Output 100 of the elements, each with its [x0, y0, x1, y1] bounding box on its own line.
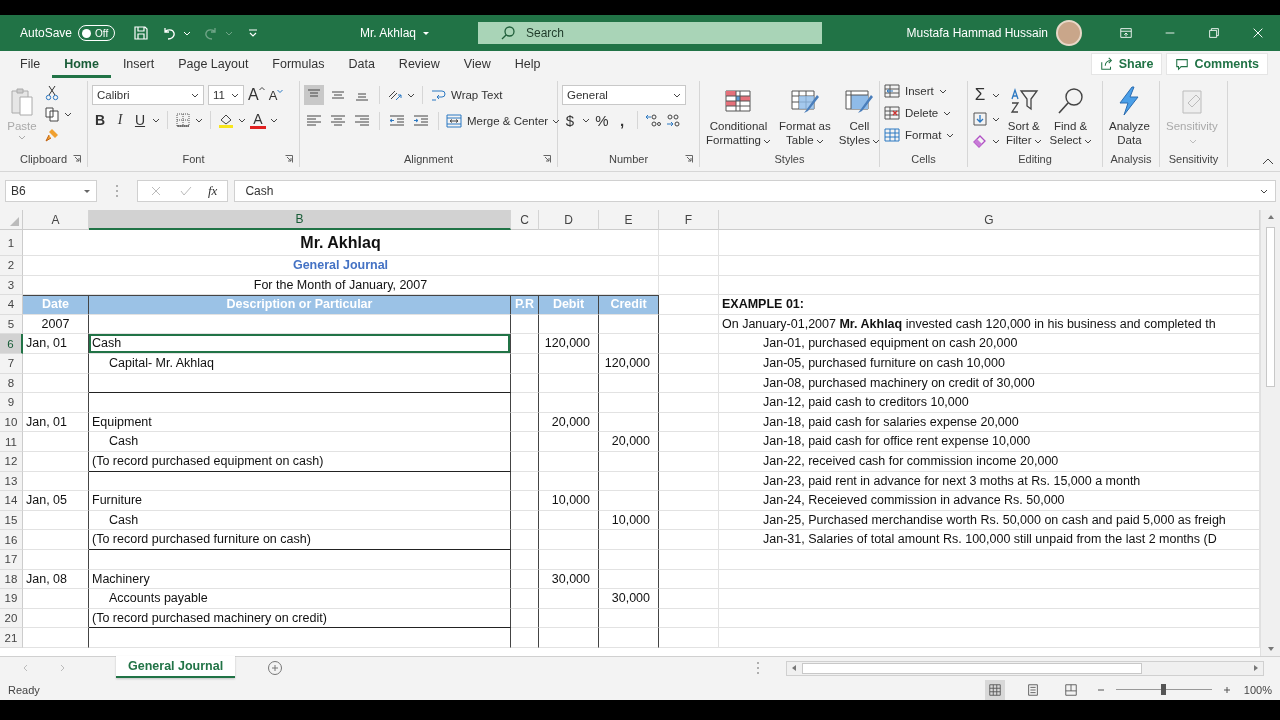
fill-color-icon[interactable]	[218, 112, 234, 128]
ribbon-tab[interactable]: Page Layout	[166, 53, 261, 78]
sheet-cell[interactable]	[539, 510, 599, 531]
sheet-cell[interactable]	[23, 373, 89, 394]
row-header[interactable]: 2	[0, 256, 23, 276]
sheet-cell[interactable]	[539, 471, 599, 492]
bold-button[interactable]: B	[92, 112, 108, 128]
user-name[interactable]: Mustafa Hammad Hussain	[906, 26, 1048, 40]
borders-icon[interactable]	[175, 112, 191, 128]
shrink-font-button[interactable]: A	[268, 87, 285, 103]
dialog-launcher-icon[interactable]	[543, 155, 551, 163]
sheet-cell[interactable]	[23, 353, 89, 374]
sheet-cell[interactable]	[89, 471, 511, 492]
sheet-cell[interactable]: Jan-05, purchased furniture on cash 10,000	[719, 353, 1260, 374]
caret-icon[interactable]	[238, 116, 246, 124]
sheet-cell[interactable]	[511, 491, 539, 511]
sheet-cell[interactable]: General Journal	[23, 256, 659, 276]
ribbon-tab[interactable]: Review	[386, 53, 452, 78]
sheet-cell[interactable]: 2007	[23, 314, 89, 335]
caret-icon[interactable]	[552, 117, 561, 125]
sheet-cell[interactable]: Jan, 08	[23, 569, 89, 590]
insert-cells-button[interactable]: Insert	[884, 83, 947, 99]
cell-styles-button[interactable]: Cell Styles	[836, 83, 883, 150]
sheet-cell[interactable]	[23, 549, 89, 570]
zoom-slider[interactable]	[1160, 684, 1166, 695]
sheet-cell[interactable]: Machinery	[89, 569, 511, 590]
sheet-cell[interactable]: Cash	[89, 432, 511, 452]
row-header[interactable]: 6	[0, 334, 23, 354]
ribbon-tab[interactable]: Insert	[110, 53, 167, 78]
sheet-cell[interactable]	[511, 432, 539, 452]
sheet-cell[interactable]: Jan-01, purchased equipment on cash 20,000	[719, 334, 1260, 354]
caret-icon[interactable]	[183, 29, 192, 37]
zoom-in-icon[interactable]	[1221, 684, 1232, 695]
row-header[interactable]: 16	[0, 530, 23, 550]
sheet-tab[interactable]: General Journal	[116, 655, 236, 678]
previous-sheet-icon[interactable]	[22, 664, 30, 672]
sheet-cell[interactable]	[89, 393, 511, 413]
sheet-cell[interactable]: Jan-08, purchased machinery on credit of 30,000	[719, 373, 1260, 394]
sheet-cell[interactable]	[23, 608, 89, 629]
ribbon-tab[interactable]: Home	[52, 53, 111, 78]
sheet-cell[interactable]: Furniture	[89, 491, 511, 511]
sheet-cell[interactable]	[599, 334, 659, 354]
zoom-level[interactable]: 100%	[1243, 683, 1272, 696]
more-icon[interactable]	[115, 184, 119, 198]
ribbon-tab[interactable]: File	[8, 53, 53, 78]
scroll-up-icon[interactable]	[1266, 213, 1275, 221]
sheet-cell[interactable]	[539, 432, 599, 452]
sheet-cell[interactable]: 30,000	[539, 569, 599, 590]
sheet-cell[interactable]	[511, 510, 539, 531]
decrease-decimal-icon[interactable]	[665, 112, 681, 128]
copy-icon[interactable]	[44, 106, 60, 122]
sheet-cell[interactable]	[599, 549, 659, 570]
sheet-cell[interactable]	[23, 510, 89, 531]
sheet-cell[interactable]	[89, 549, 511, 570]
dialog-launcher-icon[interactable]	[685, 155, 693, 163]
caret-icon[interactable]	[992, 115, 1000, 123]
sheet-cell[interactable]: Jan-25, Purchased merchandise worth Rs. 50,000 on cash and paid 5,000 as freigh	[719, 510, 1260, 531]
ribbon-tab[interactable]: View	[451, 53, 503, 78]
sheet-cell[interactable]	[599, 471, 659, 492]
row-header[interactable]: 19	[0, 589, 23, 609]
font-name-field[interactable]: Calibri	[92, 85, 204, 105]
caret-icon[interactable]	[195, 116, 203, 124]
eraser-icon[interactable]	[972, 133, 988, 149]
sheet-cell[interactable]	[539, 608, 599, 629]
find-select-button[interactable]: Find & Select	[1047, 83, 1094, 150]
sheet-cell[interactable]	[511, 530, 539, 550]
sheet-cell[interactable]	[599, 451, 659, 472]
sheet-cell[interactable]	[511, 373, 539, 394]
sheet-cell[interactable]	[23, 471, 89, 492]
scroll-down-icon[interactable]	[1266, 645, 1275, 653]
add-sheet-icon[interactable]	[267, 660, 284, 676]
sheet-cell[interactable]	[599, 314, 659, 335]
sheet-cell[interactable]	[599, 530, 659, 550]
sheet-cell[interactable]	[511, 334, 539, 354]
sheet-cell[interactable]	[539, 530, 599, 550]
horizontal-scrollbar[interactable]	[786, 660, 1264, 676]
sheet-cell[interactable]: Jan-31, Salaries of total amount Rs. 100,000 still unpaid from the last 2 months (D	[719, 530, 1260, 550]
search-field[interactable]: Search	[478, 22, 822, 44]
select-all-icon[interactable]	[10, 217, 19, 226]
sheet-cell[interactable]	[599, 569, 659, 590]
row-header[interactable]: 1	[0, 230, 23, 256]
sheet-cell[interactable]	[539, 353, 599, 374]
autosum-button[interactable]: Σ	[972, 85, 988, 105]
caret-icon[interactable]	[992, 137, 1000, 145]
caret-icon[interactable]	[152, 116, 160, 124]
close-icon[interactable]	[1251, 26, 1265, 40]
share-button[interactable]: Share	[1090, 53, 1163, 75]
percent-button[interactable]: %	[594, 111, 610, 129]
row-header[interactable]: 11	[0, 432, 23, 452]
sheet-cell[interactable]: 10,000	[539, 491, 599, 511]
cut-icon[interactable]	[44, 85, 60, 101]
restore-icon[interactable]	[1207, 26, 1221, 40]
next-sheet-icon[interactable]	[58, 664, 66, 672]
sheet-cell[interactable]: Jan-23, paid rent in advance for next 3 moths at Rs. 15,000 a month	[719, 471, 1260, 492]
undo-icon[interactable]	[161, 25, 178, 41]
sheet-cell[interactable]: 10,000	[599, 510, 659, 531]
sheet-cell[interactable]	[539, 549, 599, 570]
sheet-cell[interactable]	[599, 393, 659, 413]
dialog-launcher-icon[interactable]	[285, 155, 293, 163]
sheet-cell[interactable]	[599, 373, 659, 394]
